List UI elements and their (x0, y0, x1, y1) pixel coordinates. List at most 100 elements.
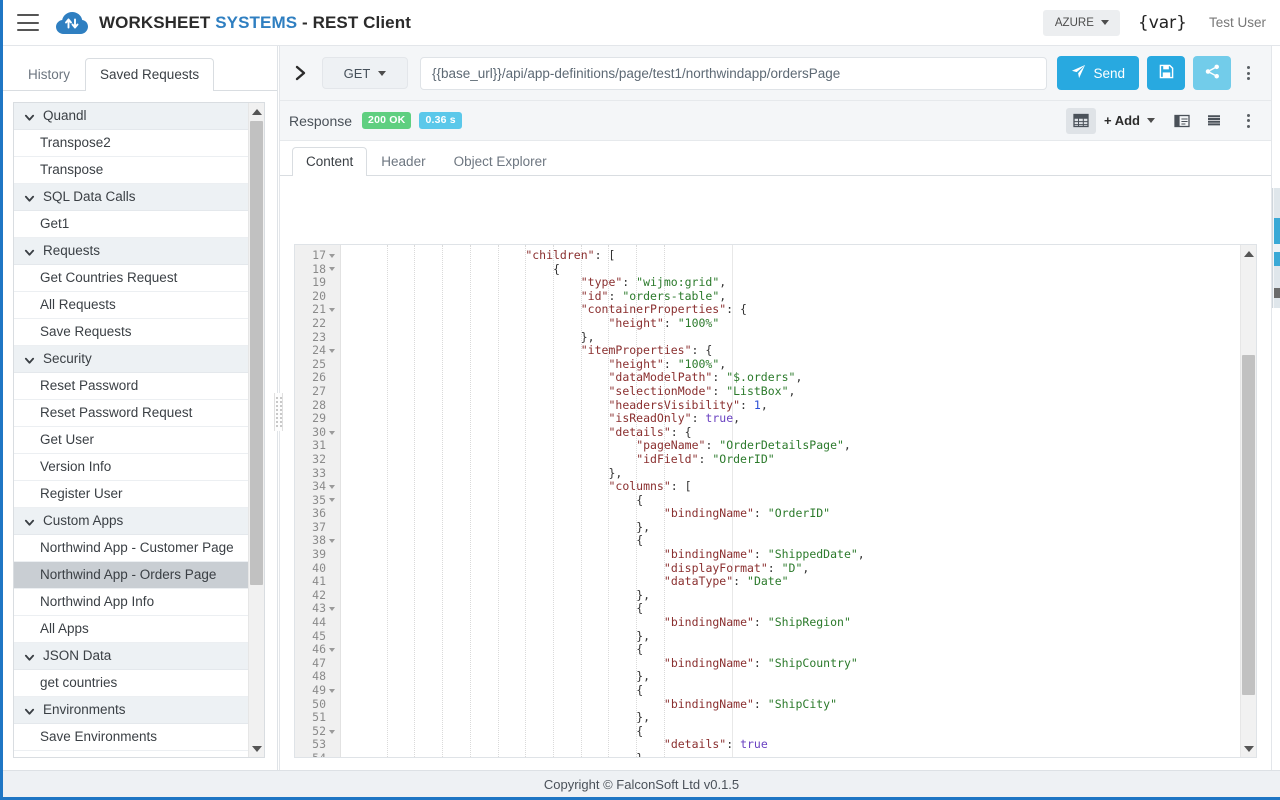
tree-item-register-user[interactable]: Register User (14, 481, 248, 508)
line-number[interactable]: 41 (295, 575, 340, 589)
code-line[interactable]: "details": true (341, 738, 1240, 752)
tree-item-northwind-app-info[interactable]: Northwind App Info (14, 589, 248, 616)
code-line[interactable]: "bindingName": "ShipCountry" (341, 656, 1240, 671)
code-line[interactable]: }, (341, 330, 1240, 345)
code-line[interactable]: "containerProperties": { (341, 303, 1240, 317)
code-line[interactable]: { (341, 602, 1240, 616)
code-line[interactable]: "type": "wijmo:grid", (341, 275, 1240, 290)
environment-select[interactable]: AZURE (1042, 9, 1120, 36)
code-line[interactable]: "idField": "OrderID" (341, 452, 1240, 467)
scroll-down-arrow[interactable] (249, 740, 264, 757)
tree-item-version-info[interactable]: Version Info (14, 454, 248, 481)
line-number[interactable]: 30 (295, 425, 340, 440)
tree-item-get1[interactable]: Get1 (14, 211, 248, 238)
fold-toggle-icon[interactable] (329, 253, 335, 258)
code-line[interactable]: "dataType": "Date" (341, 574, 1240, 589)
line-number[interactable]: 49 (295, 683, 340, 698)
line-number[interactable]: 36 (295, 507, 340, 521)
code-line[interactable]: "pageName": "OrderDetailsPage", (341, 439, 1240, 453)
line-number[interactable]: 40 (295, 561, 340, 576)
tree-group-sql-data-calls[interactable]: SQL Data Calls (14, 184, 248, 211)
line-number[interactable]: 23 (295, 330, 340, 345)
tab-saved-requests[interactable]: Saved Requests (85, 58, 215, 91)
line-number[interactable]: 44 (295, 615, 340, 630)
tab-object-explorer[interactable]: Object Explorer (440, 147, 561, 176)
line-number[interactable]: 22 (295, 316, 340, 331)
line-number[interactable]: 29 (295, 412, 340, 426)
code-line[interactable]: "selectionMode": "ListBox", (341, 384, 1240, 399)
line-number[interactable]: 37 (295, 520, 340, 535)
code-line[interactable]: "id": "orders-table", (341, 289, 1240, 304)
tree-group-json-data[interactable]: JSON Data (14, 643, 248, 670)
fold-toggle-icon[interactable] (329, 498, 335, 503)
code-line[interactable]: }, (341, 466, 1240, 481)
line-number[interactable]: 24 (295, 344, 340, 358)
editor-line-numbers[interactable]: 17 18 19 20 21 22 23 24 25 26 27 28 29 30 31 32 33 34 35 36… (295, 245, 341, 757)
tree-item-northwind-app-customer-page[interactable]: Northwind App - Customer Page (14, 535, 248, 562)
code-line[interactable]: } (341, 751, 1240, 757)
line-number[interactable]: 51 (295, 711, 340, 725)
line-number[interactable]: 28 (295, 398, 340, 413)
hamburger-icon[interactable] (17, 14, 39, 31)
line-number[interactable]: 20 (295, 289, 340, 304)
tree-group-environments[interactable]: Environments (14, 697, 248, 724)
line-number[interactable]: 46 (295, 643, 340, 657)
json-code-editor[interactable]: 17 18 19 20 21 22 23 24 25 26 27 28 29 30 31 32 33 34 35 36… (294, 244, 1257, 758)
line-number[interactable]: 50 (295, 697, 340, 712)
code-line[interactable]: }, (341, 670, 1240, 684)
save-request-button[interactable] (1147, 56, 1185, 90)
line-number[interactable]: 52 (295, 724, 340, 739)
code-line[interactable]: "dataModelPath": "$.orders", (341, 371, 1240, 385)
fold-toggle-icon[interactable] (329, 688, 335, 693)
fold-toggle-icon[interactable] (329, 607, 335, 612)
variables-button[interactable]: {var} (1138, 13, 1187, 33)
fold-toggle-icon[interactable] (329, 648, 335, 653)
code-line[interactable]: "bindingName": "ShipRegion" (341, 615, 1240, 630)
code-line[interactable]: "height": "100%", (341, 357, 1240, 372)
editor-code-area[interactable]: "children": [{"type": "wijmo:grid", "id":… (341, 245, 1256, 757)
code-line[interactable]: "itemProperties": { (341, 343, 1240, 358)
line-number[interactable]: 48 (295, 670, 340, 684)
code-line[interactable]: "headersVisibility": 1, (341, 398, 1240, 413)
line-number[interactable]: 45 (295, 629, 340, 644)
fold-toggle-icon[interactable] (329, 430, 335, 435)
code-line[interactable]: }, (341, 710, 1240, 725)
code-line[interactable]: "bindingName": "ShippedDate", (341, 547, 1240, 562)
line-number[interactable]: 27 (295, 384, 340, 399)
editor-lines[interactable]: "children": [{"type": "wijmo:grid", "id":… (341, 245, 1240, 757)
tree-item-get-countries[interactable]: get countries (14, 670, 248, 697)
tree-item-transpose2[interactable]: Transpose2 (14, 130, 248, 157)
line-number[interactable]: 26 (295, 371, 340, 385)
tree-item-northwind-app-orders-page[interactable]: Northwind App - Orders Page (14, 562, 248, 589)
panel-resize-handle[interactable] (274, 393, 283, 431)
fold-toggle-icon[interactable] (329, 348, 335, 353)
code-line[interactable]: "bindingName": "ShipCity" (341, 697, 1240, 712)
line-number[interactable]: 18 (295, 262, 340, 277)
tree-item-all-requests[interactable]: All Requests (14, 292, 248, 319)
line-number[interactable]: 42 (295, 588, 340, 603)
tree-item-save-environments[interactable]: Save Environments (14, 724, 248, 751)
code-line[interactable]: "displayFormat": "D", (341, 561, 1240, 576)
user-menu[interactable]: Test User (1209, 15, 1266, 30)
code-line[interactable]: }, (341, 588, 1240, 603)
share-button[interactable] (1193, 56, 1231, 90)
code-line[interactable]: { (341, 724, 1240, 739)
line-number[interactable]: 25 (295, 357, 340, 372)
code-line[interactable]: "isReadOnly": true, (341, 411, 1240, 426)
indent-icon[interactable] (1167, 108, 1197, 134)
scrollbar-thumb[interactable] (250, 121, 263, 585)
code-line[interactable]: "height": "100%" (341, 316, 1240, 331)
request-more-menu[interactable] (1235, 56, 1261, 90)
send-button[interactable]: Send (1057, 56, 1139, 90)
tree-item-save-requests[interactable]: Save Requests (14, 319, 248, 346)
fold-toggle-icon[interactable] (329, 484, 335, 489)
code-line[interactable]: { (341, 493, 1240, 508)
editor-scrollbar[interactable] (1240, 245, 1256, 757)
sidebar-scrollbar[interactable] (248, 103, 264, 757)
table-grid-icon[interactable] (1066, 107, 1096, 134)
code-line[interactable]: { (341, 642, 1240, 657)
tree-group-quandl[interactable]: Quandl (14, 103, 248, 130)
tab-header[interactable]: Header (367, 147, 439, 176)
request-url-input[interactable] (420, 56, 1048, 90)
tree-item-reset-password[interactable]: Reset Password (14, 373, 248, 400)
